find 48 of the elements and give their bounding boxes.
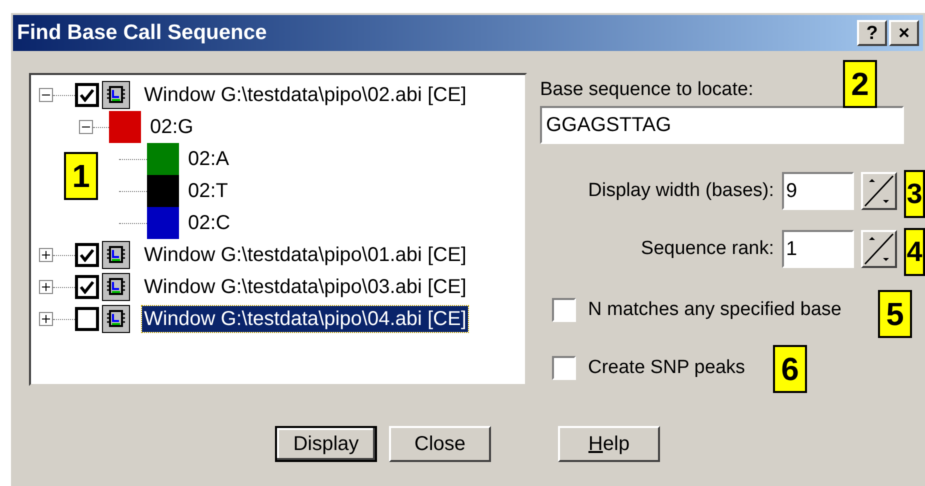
collapse-icon[interactable] xyxy=(39,88,53,102)
expand-icon[interactable] xyxy=(39,312,53,326)
dialog-button[interactable]: Help xyxy=(558,426,660,462)
window-title: Find Base Call Sequence xyxy=(17,20,268,46)
tree-item[interactable]: 02:A xyxy=(188,144,230,174)
chip-icon xyxy=(102,241,130,269)
number-input[interactable]: 1 xyxy=(782,230,854,268)
tree-item[interactable]: 02:T xyxy=(188,176,228,206)
callout-number: 6 xyxy=(773,345,807,393)
tree-item[interactable]: Window G:\testdata\pipo\03.abi [CE] xyxy=(142,274,468,300)
tree-item[interactable]: Window G:\testdata\pipo\02.abi [CE] xyxy=(142,82,468,108)
checkbox[interactable] xyxy=(552,356,576,380)
sequence-label: Base sequence to locate: xyxy=(540,79,754,101)
checkmark-icon xyxy=(79,248,95,262)
callout-number: 1 xyxy=(64,152,98,200)
checkbox[interactable] xyxy=(75,83,99,107)
sequence-input[interactable]: GGAGSTTAG xyxy=(540,106,904,144)
checkbox[interactable] xyxy=(75,243,99,267)
tree-item[interactable]: 02:C xyxy=(188,208,230,238)
close-button[interactable]: × xyxy=(889,20,919,46)
checkmark-icon xyxy=(79,88,95,102)
checkbox[interactable] xyxy=(75,275,99,299)
expand-icon[interactable] xyxy=(39,280,53,294)
spinner-label: Sequence rank: xyxy=(640,236,774,261)
chip-icon xyxy=(102,81,130,109)
tree-item[interactable]: Window G:\testdata\pipo\01.abi [CE] xyxy=(142,242,468,268)
checkbox[interactable] xyxy=(75,307,99,331)
checkbox[interactable] xyxy=(552,298,576,322)
spinner-button[interactable] xyxy=(861,172,897,210)
help-button[interactable]: ? xyxy=(857,20,887,46)
checkbox-label: N matches any specified base xyxy=(588,298,842,322)
spinner-button[interactable] xyxy=(861,230,897,268)
dialog-button[interactable]: Close xyxy=(389,426,491,462)
callout-number: 4 xyxy=(904,228,925,276)
spinner-label: Display width (bases): xyxy=(588,178,774,203)
expand-icon[interactable] xyxy=(39,248,53,262)
chip-icon xyxy=(102,305,130,333)
chip-icon xyxy=(102,273,130,301)
callout-number: 5 xyxy=(878,290,912,338)
dialog-button[interactable]: Display xyxy=(275,426,377,462)
checkmark-icon xyxy=(79,280,95,294)
callout-number: 2 xyxy=(843,60,877,108)
number-input[interactable]: 9 xyxy=(782,172,854,210)
checkbox-label: Create SNP peaks xyxy=(588,356,746,380)
tree-item[interactable]: Window G:\testdata\pipo\04.abi [CE] xyxy=(142,306,468,332)
tree-item[interactable]: 02:G xyxy=(150,112,194,142)
callout-number: 3 xyxy=(904,170,925,218)
collapse-icon[interactable] xyxy=(79,120,93,134)
